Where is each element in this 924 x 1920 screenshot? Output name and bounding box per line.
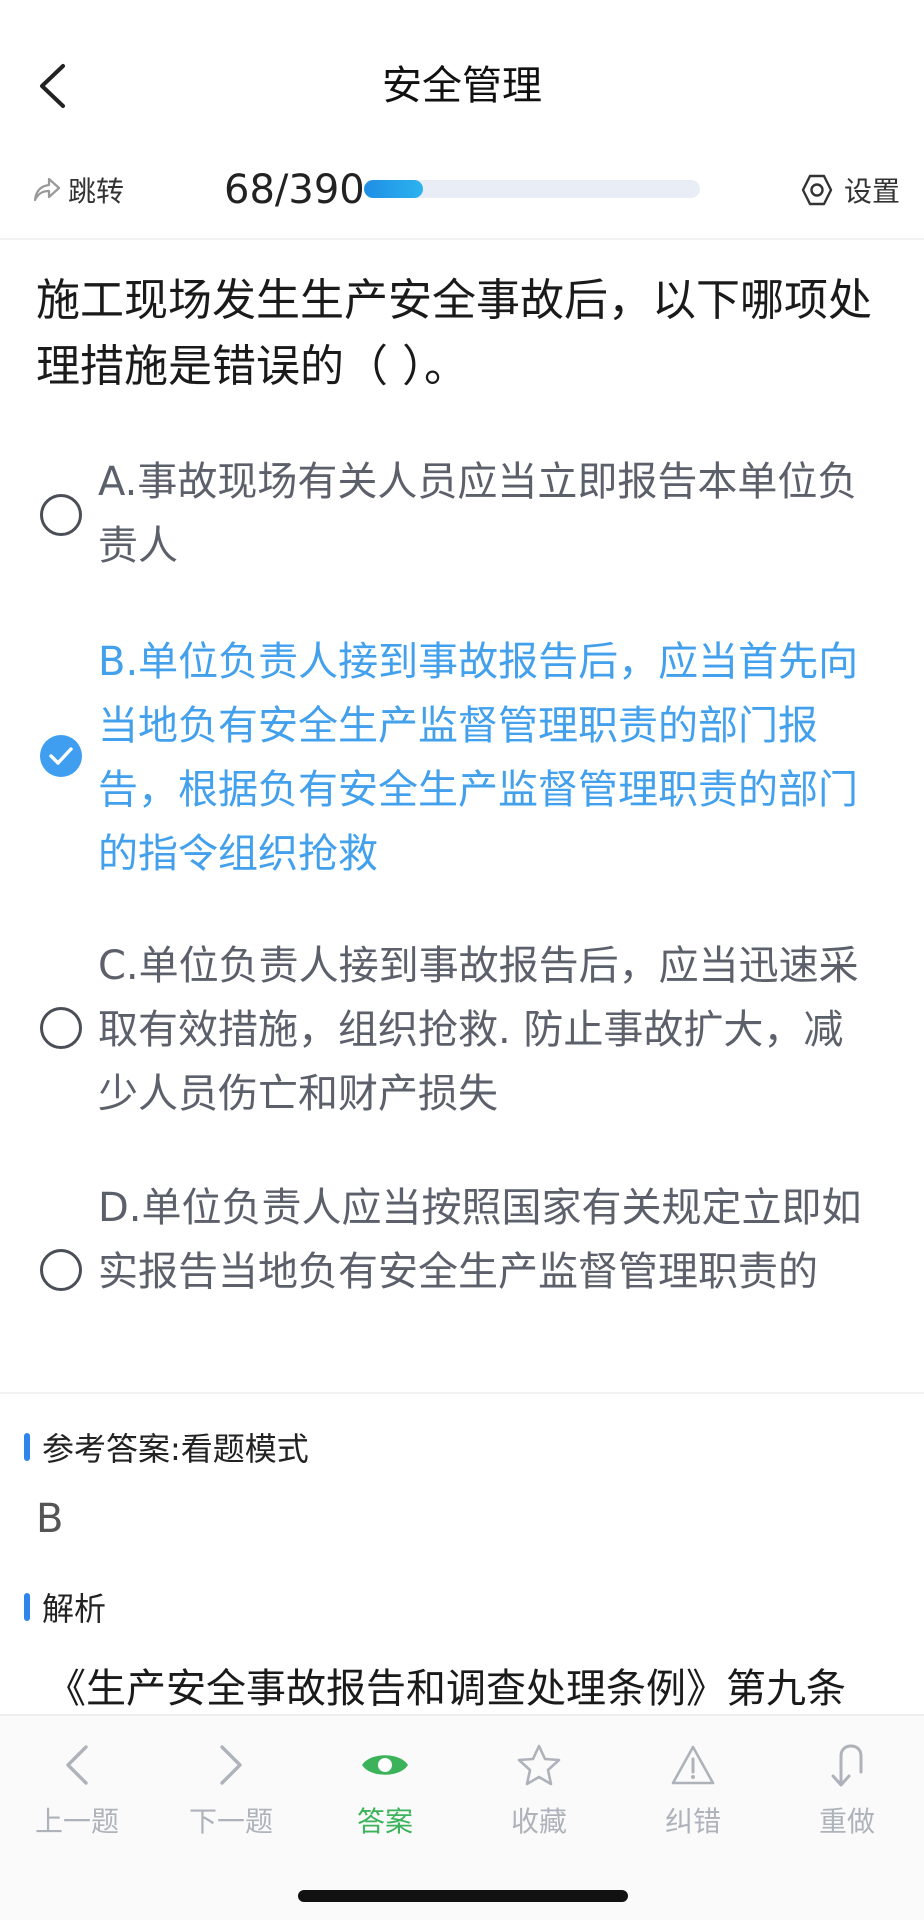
section-marker [24, 1593, 30, 1621]
nav-prev[interactable]: 上一题 [0, 1740, 154, 1840]
option-text: C.单位负责人接到事故报告后，应当迅速采取有效措施，组织抢救. 防止事故扩大，减… [98, 943, 859, 1117]
nav-report-label: 纠错 [664, 1805, 721, 1838]
analysis-label: 解析 [42, 1590, 107, 1628]
star-icon [514, 1740, 564, 1790]
divider [0, 238, 924, 240]
radio-unchecked-icon[interactable] [40, 1007, 82, 1049]
option-text: A.事故现场有关人员应当立即报告本单位负责人 [98, 459, 858, 569]
settings-button[interactable]: 设置 [800, 170, 900, 210]
option-text: D.单位负责人应当按照国家有关规定立即如实报告当地负有安全生产监督管理职责的 [98, 1185, 862, 1295]
answer-label: 参考答案:看题模式 [42, 1430, 309, 1468]
nav-answer[interactable]: 答案 [308, 1740, 462, 1840]
page-title: 安全管理 [382, 63, 542, 109]
nav-report[interactable]: 纠错 [616, 1740, 770, 1840]
warning-icon [668, 1740, 718, 1790]
undo-icon [822, 1740, 872, 1790]
radio-checked-icon[interactable] [40, 735, 82, 777]
nav-next[interactable]: 下一题 [154, 1740, 308, 1840]
option-text: B.单位负责人接到事故报告后，应当首先向当地负有安全生产监督管理职责的部门报告，… [98, 639, 859, 877]
jump-button[interactable]: 跳转 [32, 170, 124, 210]
eye-icon [360, 1740, 410, 1790]
settings-icon [801, 174, 833, 206]
analysis-text: 《生产安全事故报告和调查处理条例》第九条 [46, 1666, 846, 1712]
chevron-left-icon [52, 1740, 102, 1790]
section-marker [24, 1433, 30, 1461]
top-bar: 安全管理 [0, 0, 924, 168]
nav-next-label: 下一题 [188, 1805, 273, 1838]
share-arrow-icon [33, 177, 61, 202]
settings-label: 设置 [843, 175, 900, 208]
radio-unchecked-icon[interactable] [40, 1249, 82, 1291]
nav-favorite[interactable]: 收藏 [462, 1740, 616, 1840]
question-text: 施工现场发生生产安全事故后，以下哪项处理措施是错误的（ ）。 [36, 275, 872, 392]
nav-answer-label: 答案 [356, 1805, 413, 1838]
home-indicator [298, 1890, 628, 1902]
chevron-right-icon [206, 1740, 256, 1790]
question-counter: 68/390 [224, 167, 365, 213]
divider [0, 1392, 924, 1394]
progress-row: 跳转 68/390 设置 [0, 160, 924, 240]
nav-prev-label: 上一题 [34, 1805, 119, 1838]
jump-label: 跳转 [68, 175, 125, 208]
radio-unchecked-icon[interactable] [40, 494, 82, 536]
checkmark-icon [49, 747, 73, 765]
nav-favorite-label: 收藏 [510, 1805, 567, 1838]
analysis-section-label: 解析 [24, 1584, 106, 1630]
progress-bar [364, 180, 700, 198]
progress-bar-fill [364, 180, 423, 198]
answer-section-label: 参考答案:看题模式 [24, 1424, 309, 1470]
nav-redo[interactable]: 重做 [770, 1740, 924, 1840]
answer-value: B [36, 1496, 64, 1542]
nav-redo-label: 重做 [818, 1805, 875, 1838]
